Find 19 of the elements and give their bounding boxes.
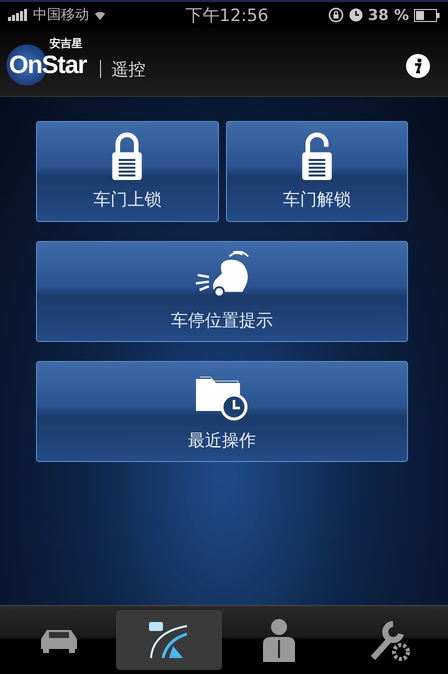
- open-padlock-icon: [300, 132, 334, 180]
- person-icon: [261, 618, 297, 662]
- action-button[interactable]: 车门解锁: [226, 121, 408, 222]
- battery-icon: [414, 8, 440, 22]
- wifi-icon: [94, 10, 106, 20]
- road-tab[interactable]: [116, 610, 222, 670]
- screen-title: 遥控: [111, 58, 146, 80]
- signal-icon: [8, 9, 28, 21]
- title-separator: [100, 60, 102, 78]
- info-button[interactable]: [406, 54, 430, 78]
- clock: 下午12:56: [185, 4, 268, 26]
- action-button[interactable]: 车门上锁: [36, 121, 218, 222]
- carrier: 中国移动: [33, 6, 89, 24]
- action-button[interactable]: 车停位置提示: [36, 241, 408, 342]
- battery-percent: 38 %: [368, 6, 409, 24]
- alarm-icon: [348, 8, 363, 22]
- padlock-icon: [110, 132, 144, 180]
- rotation-lock-icon: [328, 7, 344, 23]
- action-button[interactable]: 最近操作: [36, 361, 408, 462]
